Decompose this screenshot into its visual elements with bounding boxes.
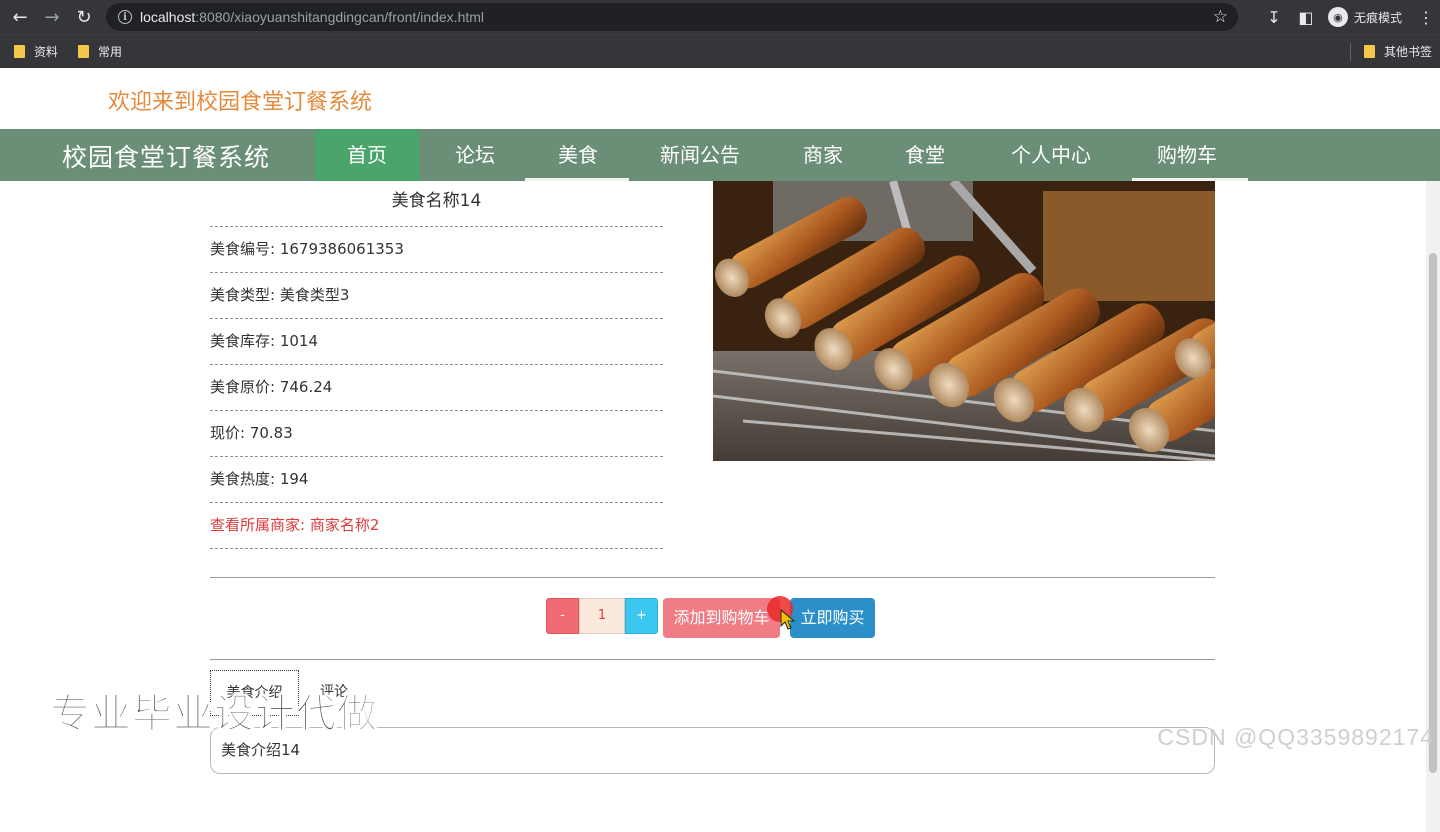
food-original-price: 美食原价: 746.24 (210, 365, 663, 411)
quantity-increase-button[interactable]: + (625, 598, 658, 634)
bookmark-label: 常用 (98, 45, 123, 59)
bookmarks-bar: 资料 常用 其他书签 (0, 34, 1440, 68)
browser-toolbar: ← → ↻ i localhost:8080/xiaoyuanshitangdi… (0, 0, 1440, 34)
buy-now-button[interactable]: 立即购买 (790, 598, 875, 638)
bookmark-star-icon[interactable]: ☆ (1213, 7, 1228, 27)
info-icon[interactable]: i (118, 10, 132, 24)
food-popularity: 美食热度: 194 (210, 457, 663, 503)
food-type: 美食类型: 美食类型3 (210, 273, 663, 319)
folder-icon (1364, 45, 1375, 58)
food-photo-art (713, 181, 1215, 461)
csdn-watermark: CSDN @QQ3359892174 (1157, 724, 1434, 750)
nav-news[interactable]: 新闻公告 (640, 129, 760, 181)
folder-icon (78, 45, 89, 58)
nav-forum[interactable]: 论坛 (428, 129, 522, 181)
incognito-icon: ◉ (1327, 7, 1348, 27)
section-divider (210, 577, 1215, 578)
browser-actions: ↧ ◧ ◉ 无痕模式 ⋮ (1258, 0, 1440, 34)
bookmarks-divider (1350, 43, 1351, 61)
side-panel-icon[interactable]: ◧ (1290, 8, 1322, 27)
food-stock: 美食库存: 1014 (210, 319, 663, 365)
bookmark-folder[interactable]: 资料 (14, 43, 58, 60)
welcome-text: 欢迎来到校园食堂订餐系统 (108, 90, 373, 115)
nav-merchant[interactable]: 商家 (773, 129, 873, 181)
forward-arrow-icon[interactable]: → (36, 1, 68, 33)
scrollbar-thumb[interactable] (1429, 253, 1437, 773)
mouse-cursor-icon (780, 609, 796, 630)
grilled-mushroom-skewers-photo (713, 181, 1215, 461)
url-text[interactable]: localhost:8080/xiaoyuanshitangdingcan/fr… (140, 9, 484, 25)
add-to-cart-button[interactable]: 添加到购物车 (663, 598, 780, 638)
bookmark-folder[interactable]: 常用 (78, 43, 122, 60)
url-host: localhost (140, 9, 196, 25)
food-name: 美食名称14 (210, 181, 663, 227)
incognito-label: 无痕模式 (1353, 10, 1402, 25)
watermark-ad-text: 专业毕业设计代做 (50, 691, 378, 738)
bookmark-label: 资料 (34, 45, 59, 59)
download-icon[interactable]: ↧ (1258, 8, 1290, 27)
menu-kebab-icon[interactable]: ⋮ (1412, 8, 1440, 27)
food-current-price: 现价: 70.83 (210, 411, 663, 457)
back-arrow-icon[interactable]: ← (4, 1, 36, 33)
url-path: :8080/xiaoyuanshitangdingcan/front/index… (195, 9, 485, 25)
food-info-list: 美食名称14 美食编号: 1679386061353 美食类型: 美食类型3 美… (210, 181, 663, 549)
reload-icon[interactable]: ↻ (68, 1, 100, 33)
quantity-input[interactable]: 1 (579, 598, 625, 634)
nav-food[interactable]: 美食 (527, 129, 629, 181)
merchant-link[interactable]: 查看所属商家: 商家名称2 (210, 503, 663, 549)
bookmark-folder-other[interactable]: 其他书签 (1364, 43, 1432, 60)
main-navbar: 校园食堂订餐系统 首页 论坛 美食 新闻公告 商家 食堂 个人中心 购物车 (0, 129, 1440, 181)
address-bar[interactable]: i localhost:8080/xiaoyuanshitangdingcan/… (106, 3, 1238, 31)
incognito-indicator[interactable]: ◉ 无痕模式 (1327, 7, 1402, 27)
folder-icon (14, 45, 25, 58)
quantity-stepper: - 1 + (546, 598, 658, 634)
nav-canteen[interactable]: 食堂 (876, 129, 974, 181)
nav-cart[interactable]: 购物车 (1128, 129, 1246, 181)
quantity-decrease-button[interactable]: - (546, 598, 579, 634)
site-brand[interactable]: 校园食堂订餐系统 (62, 138, 270, 174)
section-divider (210, 659, 1215, 660)
nav-home[interactable]: 首页 (315, 129, 419, 181)
food-code: 美食编号: 1679386061353 (210, 227, 663, 273)
page: 欢迎来到校园食堂订餐系统 校园食堂订餐系统 首页 论坛 美食 新闻公告 商家 食… (0, 68, 1440, 832)
bookmark-label: 其他书签 (1384, 45, 1433, 59)
nav-profile[interactable]: 个人中心 (990, 129, 1112, 181)
